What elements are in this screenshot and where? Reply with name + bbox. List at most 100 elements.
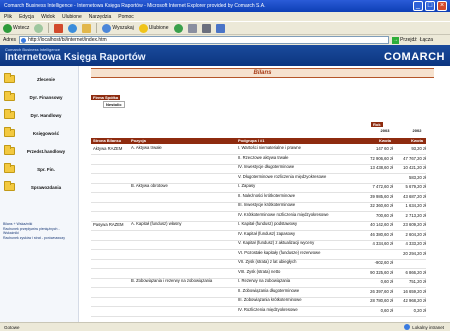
firm-label: Firma Spółka (91, 95, 121, 100)
cell-2002: 2 604,20 zł (405, 231, 427, 237)
cell-podgrupa: VII. Zysk (strata) z lat ubiegłych (238, 259, 297, 264)
firm-value[interactable]: Nestolic (103, 101, 125, 108)
links-button[interactable]: Łącza (420, 37, 433, 43)
minimize-button[interactable]: _ (413, 1, 423, 11)
cell-2003: 72 906,60 zł (370, 155, 393, 161)
cell-podgrupa: VIII. Zysk (strata) netto (238, 268, 281, 274)
report-title: Bilans (91, 68, 434, 78)
cell-2003: 13 438,60 zł (370, 165, 393, 170)
cell-podgrupa: V. Długoterminowe rozliczenia międzyokre… (238, 173, 327, 179)
menu-edit[interactable]: Edycja (19, 14, 34, 20)
sidebar-item-dyr-finansowy[interactable]: Dyr. Finansowy (4, 91, 73, 101)
cell-2003: 46 380,60 zł (370, 231, 393, 237)
cell-podgrupa: II. Należności krótkoterminowe (238, 192, 296, 198)
menu-bar: Plik Edycja Widok Ulubione Narzędzia Pom… (0, 12, 450, 21)
report-link-cashflow[interactable]: Rachunek przepływów pieniężnych - Wskaźn… (3, 227, 75, 236)
mail-icon[interactable] (187, 23, 197, 33)
cell-2003: 7 472,60 zł (372, 184, 394, 189)
status-bar: Gotowe Lokalny intranet (0, 322, 450, 331)
cell-2002: 42 968,20 zł (403, 298, 426, 303)
cell-2002: 23 609,20 zł (403, 222, 426, 227)
cell-2002: 5 679,20 zł (405, 184, 427, 189)
menu-favorites[interactable]: Ulubione (62, 14, 82, 20)
address-url: http://localhost/bi/internet/index.htm (28, 37, 107, 43)
maximize-button[interactable]: □ (425, 1, 435, 11)
window-title: Comarch Business Intelligence - Internet… (4, 3, 266, 9)
folder-icon (4, 109, 15, 119)
toolbar-separator (48, 23, 50, 33)
sidebar-item-spr-fin[interactable]: Spr. Fin. (4, 163, 73, 173)
cell-2003: 90 325,60 zł (370, 269, 393, 275)
sidebar-item-ksiegowosc[interactable]: Księgowość (4, 127, 73, 137)
sidebar-item-label: Zlecenie (36, 76, 55, 82)
menu-view[interactable]: Widok (41, 14, 55, 20)
home-icon[interactable] (82, 23, 92, 33)
close-button[interactable]: × (437, 1, 447, 11)
app-header: Comarch Business Intelligence Internetow… (0, 45, 450, 66)
browser-toolbar: Wstecz Wyszukaj Ulubione (0, 21, 450, 35)
row-divider (91, 315, 426, 317)
cell-pozycja: A. Kapitał (fundusz) własny (131, 221, 182, 226)
print-icon[interactable] (201, 23, 211, 33)
sidebar-item-zlecenie[interactable]: Zlecenie (4, 73, 73, 83)
cell-2003: 0,60 zł (380, 307, 393, 313)
folder-icon (4, 127, 15, 137)
cell-pozycja: B. Zobowiązania i rezerwy na zobowiązani… (131, 278, 213, 283)
cell-2002: 1 634,20 zł (405, 203, 427, 208)
refresh-icon[interactable] (68, 23, 78, 33)
favorites-button[interactable]: Ulubione (138, 23, 169, 33)
cell-2002: 583,20 zł (409, 174, 426, 180)
toolbar-separator (96, 23, 98, 33)
col-pozycja: Pozycja (131, 138, 146, 143)
cell-2003: 0,60 zł (380, 279, 393, 284)
table-header: Strona Bilansu Pozycja Podgrupa I #1 Kwo… (91, 138, 426, 144)
cell-podgrupa: IV. Rozliczenia międzyokresowe (238, 306, 298, 312)
cell-2002: 2 713,20 zł (405, 212, 427, 218)
star-icon (138, 23, 148, 33)
cell-2003: 26 397,60 zł (370, 288, 393, 294)
page-icon (21, 38, 27, 43)
sidebar-item-label: Dyr. Handlowy (30, 112, 62, 118)
cell-podgrupa: IV. Inwestycje długoterminowe (238, 164, 295, 169)
cell-podgrupa: V. Kapitał (fundusz) z aktualizacji wyce… (238, 240, 315, 245)
cell-podgrupa: IV. Krótkoterminowe rozliczenia międzyok… (238, 211, 329, 217)
folder-icon (4, 91, 15, 101)
go-arrow-icon: → (392, 36, 400, 44)
sidebar: Zlecenie Dyr. Finansowy Dyr. Handlowy Ks… (0, 66, 79, 322)
report-link-pnl[interactable]: Rachunek zysków i strat - porównawczy (3, 236, 75, 241)
cell-2003: 28 780,60 zł (370, 298, 393, 303)
go-button[interactable]: → Przejdź (392, 36, 417, 44)
folder-icon (4, 163, 15, 173)
zone-label: Lokalny intranet (412, 324, 444, 330)
folder-icon (4, 181, 15, 191)
year-label: Rok (371, 122, 383, 127)
col-podgrupa: Podgrupa I #1 (238, 138, 265, 143)
menu-help[interactable]: Pomoc (118, 14, 134, 20)
sidebar-item-dyr-handlowy[interactable]: Dyr. Handlowy (4, 109, 73, 119)
forward-icon[interactable] (34, 23, 44, 33)
cell-2002: 16 659,20 zł (403, 288, 426, 294)
cell-2002: 751,20 zł (409, 279, 426, 284)
brand-logo: COMARCH (384, 51, 445, 63)
window-controls: _ □ × (413, 1, 447, 11)
sidebar-item-przedst-handlowy[interactable]: Przedst.handlowy (4, 145, 73, 155)
cell-2002: 4 333,20 zł (405, 241, 427, 246)
cell-2002: 0,20 zł (413, 307, 426, 313)
address-input[interactable]: http://localhost/bi/internet/index.htm (19, 36, 390, 44)
cell-pozycja: B. Aktywa obrotowe (131, 183, 168, 188)
edit-icon[interactable] (215, 23, 225, 33)
app-title: Internetowa Księga Raportów (5, 52, 146, 63)
sidebar-item-label: Przedst.handlowy (26, 148, 66, 154)
go-label: Przejdź (400, 37, 417, 43)
back-button[interactable]: Wstecz (3, 23, 29, 33)
menu-file[interactable]: Plik (4, 14, 12, 20)
stop-icon[interactable] (54, 23, 64, 33)
cell-2003: 4 334,60 zł (372, 241, 394, 246)
sidebar-item-sprawozdania[interactable]: Sprawozdania (4, 181, 73, 191)
search-button[interactable]: Wyszukaj (102, 23, 134, 33)
history-icon[interactable] (173, 23, 183, 33)
menu-tools[interactable]: Narzędzia (89, 14, 112, 20)
cell-podgrupa: I. Zapasy (238, 183, 256, 188)
search-icon (102, 23, 112, 33)
cell-strona: Pasywa RAZEM (93, 222, 124, 227)
